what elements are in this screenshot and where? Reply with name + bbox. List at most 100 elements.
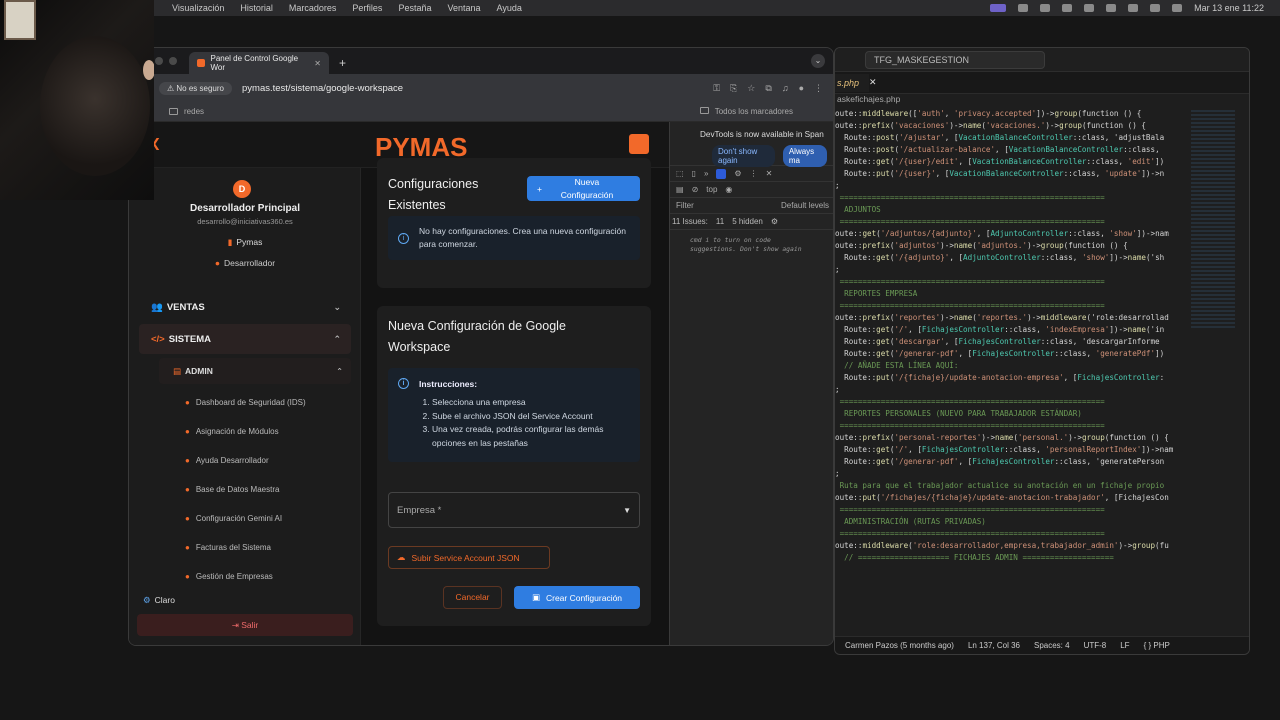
logout-button[interactable]: ⇥ Salir bbox=[137, 614, 353, 636]
clear-console-icon[interactable]: ⊘ bbox=[692, 185, 699, 194]
sidebar-toggle-icon[interactable]: ▤ bbox=[676, 185, 684, 194]
cursor-position[interactable]: Ln 137, Col 36 bbox=[968, 641, 1020, 650]
password-key-icon[interactable]: ⚿ bbox=[713, 83, 720, 94]
code-line: ========================================… bbox=[835, 277, 1105, 286]
dont-show-button[interactable]: Don't show again bbox=[712, 145, 775, 167]
security-chip[interactable]: ⚠ No es seguro bbox=[159, 81, 232, 95]
close-tab-icon[interactable]: ✕ bbox=[314, 59, 321, 68]
sidebar-item-ayuda-desarrollador[interactable]: ● Ayuda Desarrollador bbox=[185, 450, 355, 470]
settings-icon[interactable]: ⚙ bbox=[734, 169, 741, 178]
menu-ayuda[interactable]: Ayuda bbox=[497, 3, 522, 13]
console-tab-icon[interactable] bbox=[716, 168, 727, 179]
language-mode[interactable]: { } PHP bbox=[1144, 641, 1170, 650]
filter-input[interactable]: Filter bbox=[676, 201, 694, 210]
context-select[interactable]: top bbox=[706, 185, 717, 194]
sidebar-section-sistema[interactable]: </> SISTEMA ⌃ bbox=[139, 324, 351, 354]
sidebar-item-facturas[interactable]: ● Facturas del Sistema bbox=[185, 537, 355, 557]
kebab-icon[interactable]: ⋮ bbox=[750, 169, 758, 178]
sidebar-group-admin[interactable]: ▤ ADMIN ⌃ bbox=[159, 358, 351, 384]
encoding[interactable]: UTF-8 bbox=[1084, 641, 1107, 650]
company-label: Pymas bbox=[236, 237, 263, 247]
zoom-window-button[interactable] bbox=[169, 57, 177, 65]
wifi-icon[interactable] bbox=[1128, 4, 1139, 12]
battery-icon[interactable] bbox=[1106, 4, 1117, 12]
search-icon[interactable] bbox=[1150, 4, 1161, 12]
favicon-icon bbox=[197, 59, 205, 67]
extensions-icon[interactable]: ⧉ bbox=[765, 83, 771, 94]
menu-ventana[interactable]: Ventana bbox=[447, 3, 480, 13]
new-config-button[interactable]: + Nueva Configuración bbox=[527, 176, 640, 201]
code-line: REPORTES PERSONALES (NUEVO PARA TRABAJAD… bbox=[835, 409, 1082, 418]
wall-picture bbox=[4, 0, 36, 40]
shield-icon[interactable] bbox=[1040, 4, 1051, 12]
bookmark-star-icon[interactable]: ☆ bbox=[747, 83, 755, 94]
console-output[interactable]: cmd i to turn on code suggestions. Don't… bbox=[670, 230, 833, 254]
company-select[interactable]: Empresa * ▼ bbox=[388, 492, 640, 528]
settings-icon[interactable]: ⚙ bbox=[771, 217, 778, 226]
cancel-button[interactable]: Cancelar bbox=[443, 586, 502, 609]
issues-row[interactable]: 11 Issues: 11 5 hidden ⚙ bbox=[670, 214, 833, 230]
url-field[interactable]: pymas.test/sistema/google-workspace bbox=[242, 83, 403, 94]
git-blame[interactable]: Carmen Pazos (5 months ago) bbox=[845, 641, 954, 650]
profile-icon[interactable]: ● bbox=[799, 83, 804, 94]
inspect-icon[interactable]: ⬚ bbox=[676, 169, 684, 178]
address-bar-row: → ⚠ No es seguro pymas.test/sistema/goog… bbox=[129, 74, 833, 102]
upload-json-button[interactable]: ☁ Subir Service Account JSON bbox=[388, 546, 550, 569]
browser-tab-active[interactable]: Panel de Control Google Wor ✕ bbox=[189, 52, 329, 74]
server-icon: ▤ bbox=[173, 365, 182, 376]
sidebar-item-asignacion-modulos[interactable]: ● Asignación de Módulos bbox=[185, 421, 355, 441]
code-line: ========================================… bbox=[835, 529, 1105, 538]
menu-pestana[interactable]: Pestaña bbox=[398, 3, 431, 13]
menu-perfiles[interactable]: Perfiles bbox=[352, 3, 382, 13]
code-line: Route::put('/{user}', [VacationBalanceCo… bbox=[835, 169, 1165, 178]
menu-icon[interactable]: ⋮ bbox=[814, 83, 823, 94]
sidebar-section-ventas[interactable]: 👥 VENTAS ⌄ bbox=[139, 292, 351, 322]
cloud-icon[interactable] bbox=[1018, 4, 1029, 12]
sidebar-item-base-datos[interactable]: ● Base de Datos Maestra bbox=[185, 479, 355, 499]
bluetooth-icon[interactable] bbox=[1084, 4, 1095, 12]
bookmark-folder-redes[interactable]: redes bbox=[184, 107, 204, 116]
code-view[interactable]: oute::middleware(['auth', 'privacy.accep… bbox=[835, 108, 1185, 564]
create-label: Crear Configuración bbox=[545, 592, 623, 603]
close-devtools-icon[interactable]: ✕ bbox=[766, 169, 773, 178]
indentation[interactable]: Spaces: 4 bbox=[1034, 641, 1070, 650]
media-icon[interactable]: ♫ bbox=[782, 83, 789, 94]
tab-search-icon[interactable]: ⌄ bbox=[811, 54, 825, 68]
code-line: Route::get('/generar-pdf', [FichajesCont… bbox=[835, 349, 1165, 358]
menubar-clock[interactable]: Mar 13 ene 11:22 bbox=[1194, 3, 1264, 13]
more-panels-icon[interactable]: » bbox=[704, 169, 708, 178]
sidebar-item-empresas[interactable]: ● Gestión de Empresas bbox=[185, 566, 355, 586]
translate-icon[interactable]: ⎘ bbox=[730, 83, 737, 94]
all-bookmarks[interactable]: Todos los marcadores bbox=[699, 107, 793, 116]
log-levels-select[interactable]: Default levels bbox=[781, 201, 829, 210]
theme-toggle[interactable]: ⚙ Claro bbox=[143, 595, 175, 606]
sidebar-item-gemini-ai[interactable]: ● Configuración Gemini AI bbox=[185, 508, 355, 528]
screen-record-icon[interactable] bbox=[990, 4, 1007, 12]
device-icon[interactable]: ▯ bbox=[692, 169, 696, 178]
extension-icon[interactable] bbox=[1062, 4, 1073, 12]
eye-icon[interactable]: ◉ bbox=[725, 185, 732, 194]
close-icon[interactable]: ✕ bbox=[869, 77, 877, 88]
sidebar-item-dashboard-seguridad[interactable]: ● Dashboard de Seguridad (IDS) bbox=[185, 392, 355, 412]
menu-marcadores[interactable]: Marcadores bbox=[289, 3, 337, 13]
code-line: Route::get('/{adjunto}', [AdjuntoControl… bbox=[835, 253, 1165, 262]
always-match-button[interactable]: Always ma bbox=[782, 145, 827, 167]
line-endings[interactable]: LF bbox=[1120, 641, 1129, 650]
database-icon: ● bbox=[185, 484, 190, 494]
code-line: Route::post('/actualizar-balance', [Vaca… bbox=[835, 145, 1160, 154]
editor-command-search[interactable]: TFG_MASKEGESTION bbox=[865, 50, 1045, 69]
devtools-panel: DevTools is now available in Span Don't … bbox=[669, 122, 833, 645]
control-center-icon[interactable] bbox=[1172, 4, 1183, 12]
page-viewport: ❮ PYMAS D Desarrollador Principal desarr… bbox=[129, 122, 669, 645]
help-icon: ● bbox=[185, 455, 190, 465]
menu-historial[interactable]: Historial bbox=[240, 3, 273, 13]
editor-minimap[interactable] bbox=[1191, 110, 1235, 330]
new-tab-button[interactable]: + bbox=[339, 56, 346, 70]
company-select-label: Empresa * bbox=[397, 504, 442, 516]
notifications-icon[interactable] bbox=[629, 134, 649, 154]
editor-tab-active[interactable]: s.php bbox=[835, 73, 870, 92]
menu-visualizacion[interactable]: Visualización bbox=[172, 3, 224, 13]
user-role: ● Desarrollador bbox=[129, 258, 361, 268]
create-config-button[interactable]: ▣ Crear Configuración bbox=[514, 586, 640, 609]
minimize-window-button[interactable] bbox=[155, 57, 163, 65]
